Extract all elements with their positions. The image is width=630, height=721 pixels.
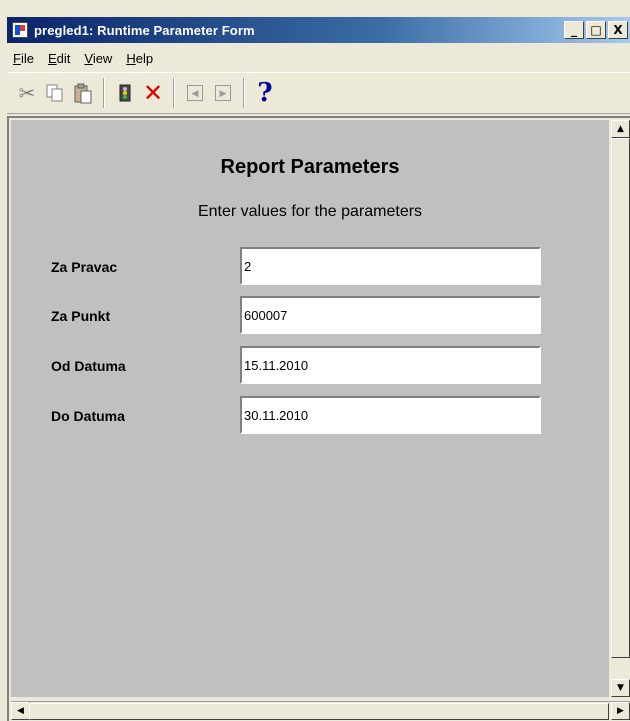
run-button[interactable]: [111, 78, 139, 108]
menu-help-mnemonic: H: [126, 50, 136, 66]
form-client-area: Report Parameters Enter values for the p…: [7, 116, 630, 721]
toolbar-separator: [173, 78, 175, 108]
vertical-scrollbar[interactable]: ▲ ▼: [611, 120, 630, 697]
horizontal-scroll-thumb[interactable]: [29, 703, 609, 720]
menu-edit-mnemonic: E: [47, 50, 57, 66]
menu-edit[interactable]: Edit: [48, 51, 70, 66]
close-button[interactable]: X: [608, 21, 628, 39]
minimize-button[interactable]: _: [564, 21, 584, 39]
scroll-up-icon: ▲: [617, 124, 624, 134]
help-button[interactable]: ?: [251, 78, 279, 108]
copy-button[interactable]: [41, 78, 69, 108]
menu-file-rest: ile: [20, 50, 34, 66]
scroll-down-button[interactable]: ▼: [611, 679, 630, 697]
menu-edit-rest: dit: [56, 50, 71, 66]
scroll-left-button[interactable]: ◀: [11, 702, 30, 720]
next-page-button[interactable]: ▶: [209, 78, 237, 108]
vertical-scroll-thumb[interactable]: [611, 138, 630, 658]
paste-button[interactable]: [69, 78, 97, 108]
window-title: pregled1: Runtime Parameter Form: [34, 22, 255, 38]
run-icon: [119, 84, 131, 102]
horizontal-scrollbar[interactable]: ◀ ▶: [11, 701, 630, 720]
scroll-down-icon: ▼: [617, 683, 624, 693]
field-label-do-datuma: Do Datuma: [51, 408, 125, 424]
cancel-icon: ✕: [142, 79, 164, 107]
scroll-right-icon: ▶: [617, 706, 624, 716]
menu-help[interactable]: Help: [126, 51, 153, 66]
app-icon[interactable]: [12, 22, 28, 38]
cancel-button[interactable]: ✕: [139, 78, 167, 108]
parameter-form-canvas: Report Parameters Enter values for the p…: [11, 120, 609, 697]
menu-bar: File Edit View Help: [7, 45, 630, 71]
menu-file[interactable]: File: [13, 51, 34, 66]
menu-view[interactable]: View: [84, 51, 112, 66]
za-pravac-input[interactable]: [240, 247, 541, 285]
scroll-left-icon: ◀: [17, 706, 24, 716]
toolbar: ✂ ✕ ◀ ▶ ?: [7, 72, 630, 114]
scroll-right-button[interactable]: ▶: [611, 702, 630, 720]
window-controls: _ □ X: [564, 21, 628, 39]
field-label-za-pravac: Za Pravac: [51, 259, 118, 275]
previous-page-button[interactable]: ◀: [181, 78, 209, 108]
cut-button[interactable]: ✂: [13, 78, 41, 108]
maximize-button[interactable]: □: [586, 21, 606, 39]
application-window: pregled1: Runtime Parameter Form _ □ X F…: [0, 0, 630, 721]
menu-help-rest: elp: [135, 50, 154, 66]
toolbar-separator: [243, 78, 245, 108]
form-subheading: Enter values for the parameters: [197, 203, 423, 220]
field-label-za-punkt: Za Punkt: [51, 308, 111, 324]
za-punkt-input[interactable]: [240, 296, 541, 334]
next-page-icon: ▶: [215, 85, 231, 101]
paste-icon: [74, 83, 92, 104]
do-datuma-input[interactable]: [240, 396, 541, 434]
menu-file-mnemonic: F: [13, 50, 21, 66]
menu-view-mnemonic: V: [84, 50, 93, 66]
toolbar-separator: [103, 78, 105, 108]
help-icon: ?: [257, 78, 273, 108]
form-heading: Report Parameters: [220, 156, 400, 178]
menu-view-rest: iew: [92, 50, 113, 66]
cut-icon: ✂: [18, 81, 36, 105]
scroll-up-button[interactable]: ▲: [611, 120, 630, 138]
od-datuma-input[interactable]: [240, 346, 541, 384]
copy-icon: [46, 84, 63, 102]
previous-page-icon: ◀: [187, 85, 203, 101]
field-label-od-datuma: Od Datuma: [51, 358, 126, 374]
title-bar[interactable]: pregled1: Runtime Parameter Form _ □ X: [7, 17, 630, 43]
